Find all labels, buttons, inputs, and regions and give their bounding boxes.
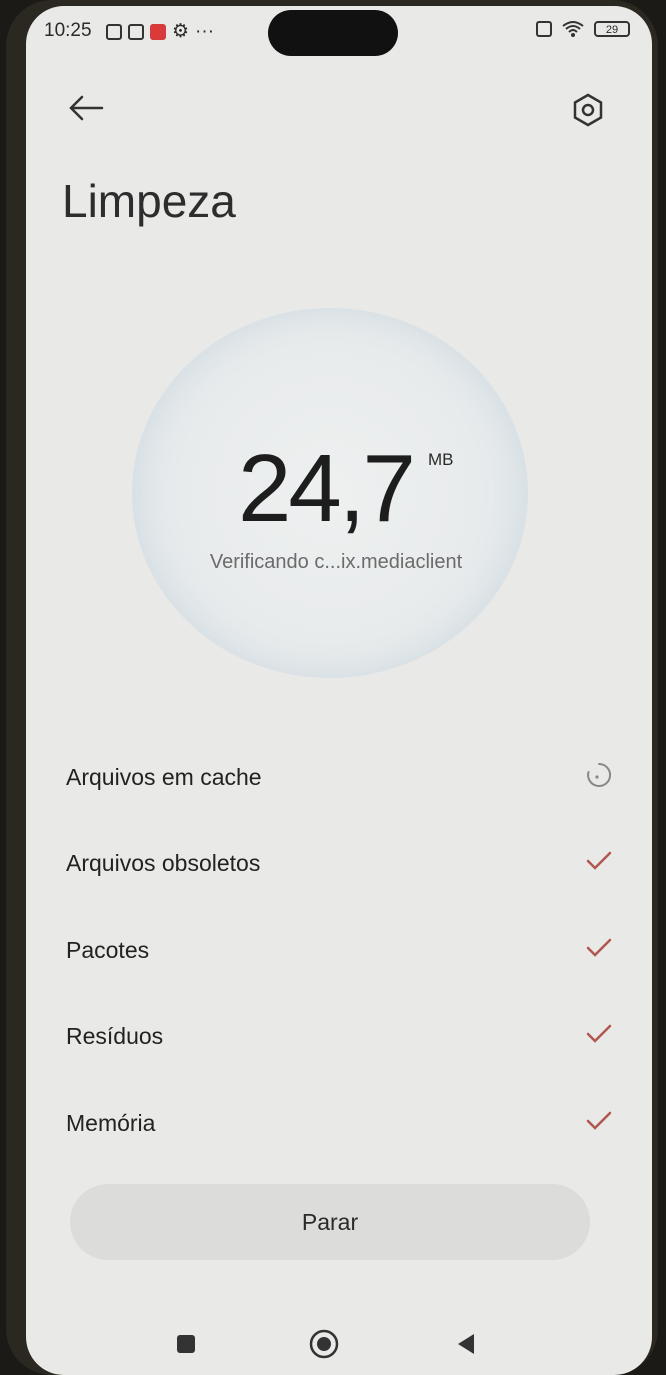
list-item-obsolete[interactable]: Arquivos obsoletos [66, 836, 626, 888]
check-icon [584, 846, 614, 876]
system-icons: 29 [536, 20, 630, 38]
triangle-back-icon [458, 1334, 474, 1354]
list-item-memory[interactable]: Memória [66, 1096, 626, 1148]
nav-back-button[interactable] [448, 1326, 484, 1362]
recents-button[interactable] [168, 1326, 204, 1362]
status-time: 10:25 [44, 20, 92, 41]
stop-button[interactable]: Parar [70, 1184, 590, 1260]
page-title: Limpeza [62, 175, 236, 227]
circle-home-icon [309, 1329, 339, 1359]
check-icon [584, 1019, 614, 1049]
loading-spinner-icon [584, 760, 614, 790]
notification-icons: ⚙ ··· [106, 20, 214, 43]
list-item-residues[interactable]: Resíduos [66, 1009, 626, 1061]
home-button[interactable] [306, 1326, 342, 1362]
item-label: Resíduos [66, 1023, 164, 1049]
settings-button[interactable] [566, 88, 610, 132]
s-app-icon [128, 23, 144, 40]
nfc-icon [106, 23, 122, 40]
screen: 10:25 ⚙ ··· 29 Limpeza 24,7 MB Verifican… [26, 6, 652, 1375]
item-label: Pacotes [66, 937, 150, 963]
list-item-cache[interactable]: Arquivos em cache [66, 750, 626, 802]
navigation-bar [26, 1316, 652, 1372]
item-label: Memória [66, 1110, 156, 1136]
cleanable-size-value: 24,7 [238, 435, 416, 542]
check-icon [584, 1106, 614, 1136]
camera-cutout [268, 10, 398, 56]
phone-frame: 10:25 ⚙ ··· 29 Limpeza 24,7 MB Verifican… [6, 0, 658, 1375]
battery-icon: 29 [594, 21, 630, 37]
list-item-packages[interactable]: Pacotes [66, 923, 626, 975]
wifi-icon [562, 21, 584, 37]
scan-status-text: Verificando c...ix.mediaclient [209, 551, 463, 573]
sim-icon [536, 21, 552, 37]
back-button[interactable] [64, 86, 108, 130]
item-label: Arquivos em cache [66, 764, 262, 790]
item-label: Arquivos obsoletos [66, 850, 261, 876]
arrow-left-icon [69, 95, 104, 121]
cleanable-size-unit: MB [428, 450, 454, 469]
check-icon [584, 933, 614, 963]
gear-notification-icon: ⚙ [172, 21, 190, 42]
square-recents-icon [177, 1335, 195, 1353]
mail-notification-icon [150, 23, 166, 40]
hexagon-settings-icon [573, 93, 603, 127]
status-bar: 10:25 ⚙ ··· 29 [26, 6, 652, 56]
more-notifications-icon: ··· [195, 20, 215, 42]
